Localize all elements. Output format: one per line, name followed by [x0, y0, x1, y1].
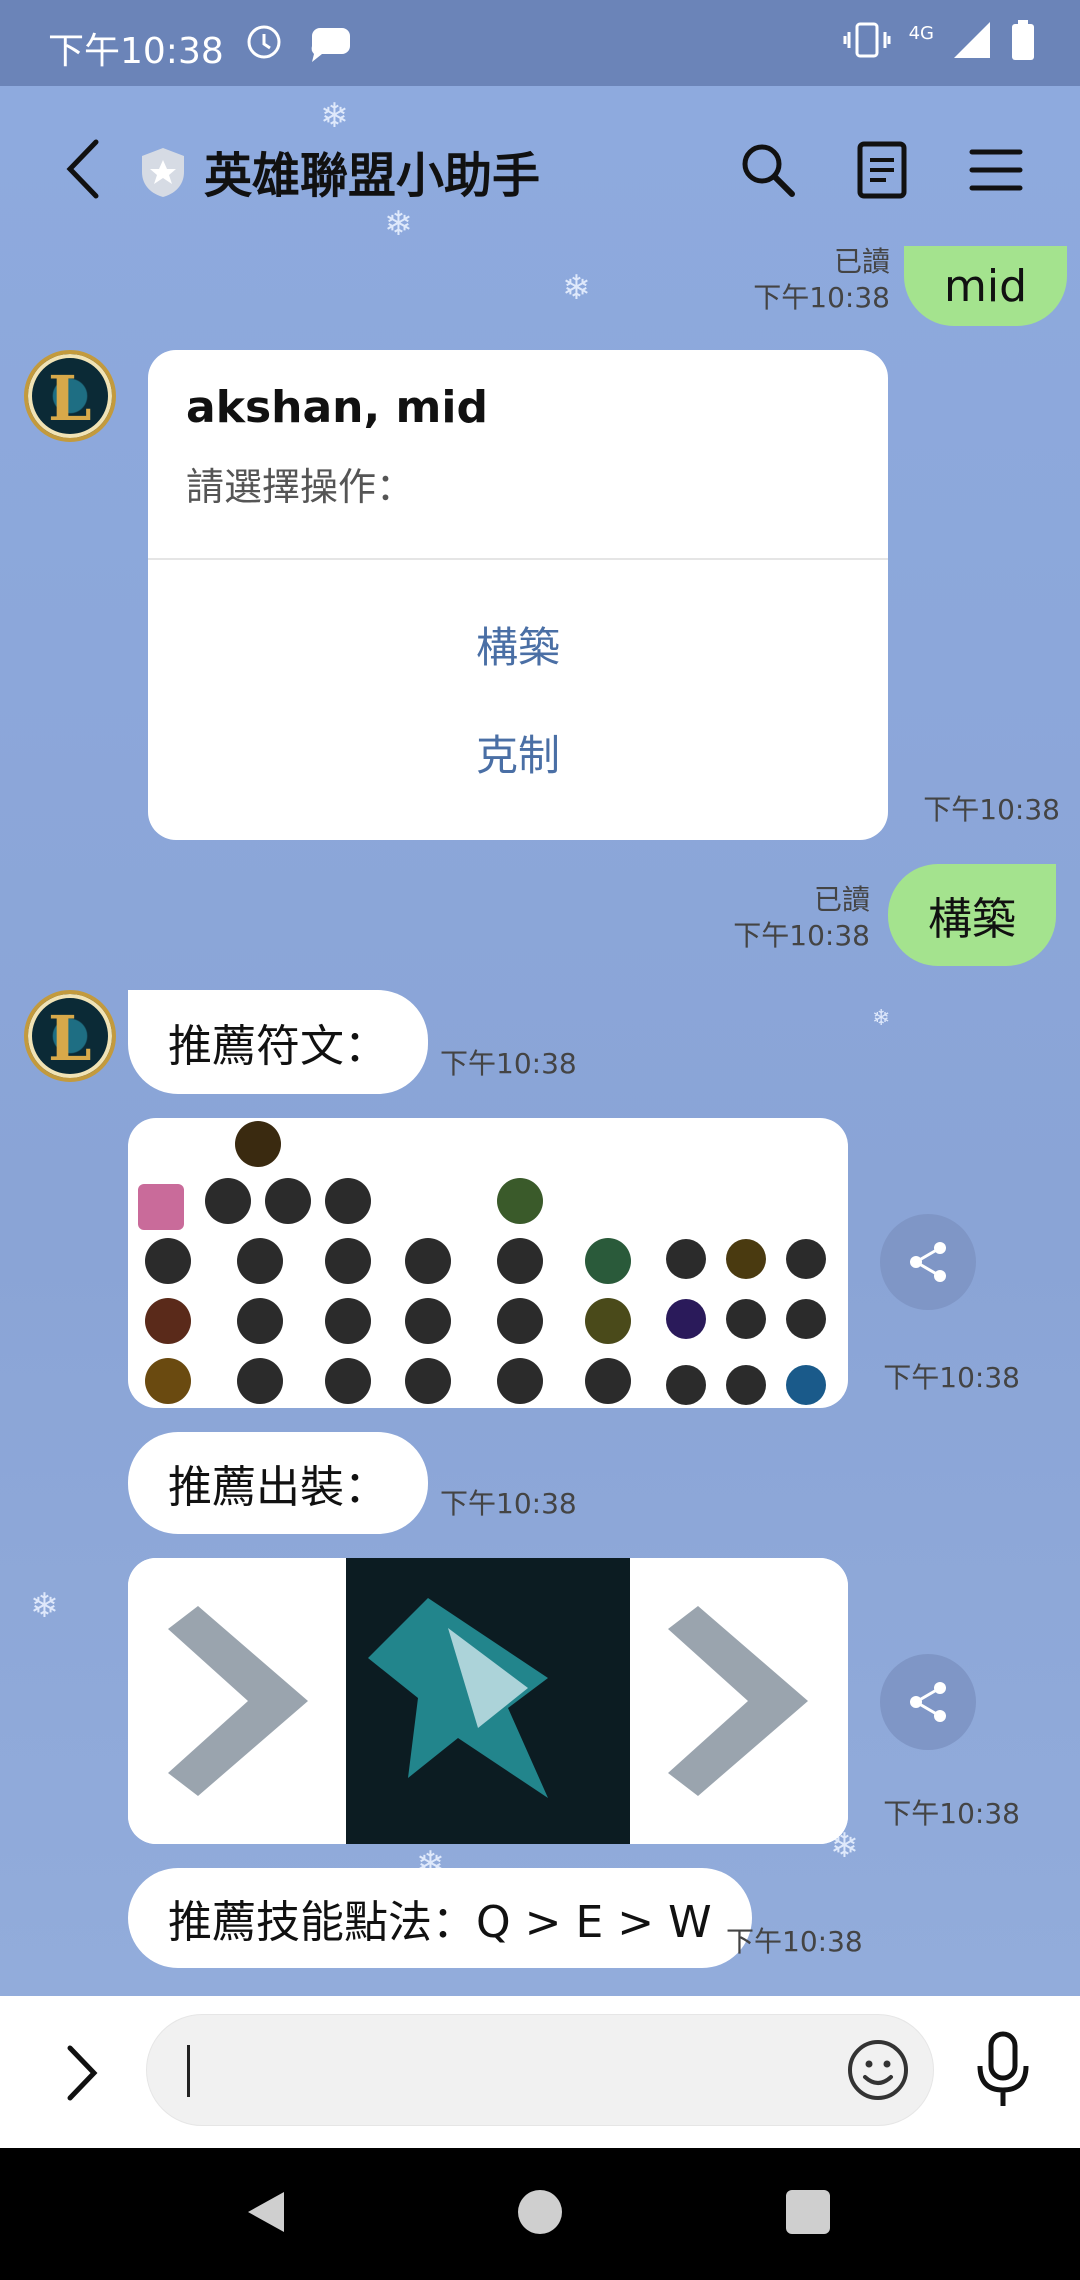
message-time: 下午10:38 [440, 1487, 577, 1520]
message-time: 下午10:38 [733, 919, 870, 952]
status-right-icons: 4G [843, 18, 1036, 62]
chat-title: 英雄聯盟小助手 [204, 148, 541, 204]
message-input-bar [0, 1996, 1080, 2148]
action-card: akshan, mid 請選擇操作： 構築 克制 [148, 350, 888, 840]
incoming-message[interactable]: 推薦出裝： [128, 1432, 428, 1534]
message-time: 下午10:38 [883, 1797, 1020, 1830]
status-time: 下午10:38 [48, 31, 224, 72]
share-button[interactable] [880, 1654, 976, 1750]
notes-icon[interactable] [852, 140, 912, 200]
item-carousel [128, 1558, 848, 1844]
message-time: 下午10:38 [923, 793, 1060, 826]
message-meta: 已讀 下午10:38 [720, 882, 870, 954]
official-shield-icon [142, 148, 184, 197]
card-divider [148, 558, 888, 560]
message-time: 下午10:38 [440, 1047, 577, 1080]
message-input[interactable] [146, 2014, 934, 2126]
message-time: 下午10:38 [883, 1361, 1020, 1394]
read-receipt: 已讀 [833, 245, 890, 278]
incoming-message[interactable]: 推薦技能點法：Q > E > W [128, 1868, 752, 1968]
nav-home-icon[interactable] [518, 2190, 562, 2234]
card-subtitle: 請選擇操作： [186, 465, 415, 509]
battery-icon [1012, 20, 1034, 60]
data-saver-icon [247, 25, 281, 59]
emoji-icon[interactable] [845, 2037, 911, 2103]
read-receipt: 已讀 [813, 883, 870, 916]
network-type: 4G [908, 22, 934, 44]
bot-avatar[interactable]: L [24, 350, 116, 442]
back-arrow-icon[interactable] [56, 134, 116, 204]
share-button[interactable] [880, 1214, 976, 1310]
runes-image[interactable] [128, 1118, 848, 1408]
snowflake-decoration: ❄ [30, 1586, 59, 1626]
text-caret [187, 2045, 190, 2097]
message-time: 下午10:38 [726, 1925, 863, 1958]
build-action-button[interactable]: 構築 [148, 614, 888, 675]
outgoing-message[interactable]: mid [904, 246, 1068, 326]
message-text: 推薦出裝： [168, 1462, 388, 1513]
message-text: 構築 [928, 894, 1016, 945]
status-bar: 下午10:38 4G [0, 0, 1080, 86]
signal-icon [954, 22, 990, 58]
counter-action-button[interactable]: 克制 [148, 722, 888, 783]
message-text: mid [944, 260, 1028, 312]
nav-back-icon[interactable] [244, 2188, 288, 2236]
message-meta: 已讀 下午10:38 [740, 244, 890, 316]
chat-header: 英雄聯盟小助手 [0, 86, 1080, 246]
search-icon[interactable] [738, 140, 798, 200]
menu-icon[interactable] [966, 140, 1026, 200]
expand-chevron-icon[interactable] [56, 2038, 106, 2108]
snowflake-decoration: ❄ [562, 268, 591, 308]
share-icon [910, 1682, 946, 1722]
system-nav-bar [0, 2148, 1080, 2280]
message-text: 推薦符文： [168, 1021, 388, 1072]
incoming-message[interactable]: 推薦符文： [128, 990, 428, 1094]
snowflake-decoration: ❄ [872, 1006, 891, 1031]
nav-recents-icon[interactable] [786, 2190, 830, 2234]
card-title: akshan, mid [186, 382, 488, 433]
share-icon [910, 1242, 946, 1282]
rune-grid [138, 1121, 826, 1405]
microphone-icon[interactable] [972, 2030, 1034, 2110]
outgoing-message[interactable]: 構築 [888, 864, 1056, 966]
message-text: 推薦技能點法：Q > E > W [168, 1897, 712, 1948]
items-image[interactable] [128, 1558, 848, 1844]
chat-bubble-icon [311, 28, 350, 62]
vibrate-icon [843, 22, 891, 58]
message-time: 下午10:38 [753, 281, 890, 314]
bot-avatar[interactable]: L [24, 990, 116, 1082]
